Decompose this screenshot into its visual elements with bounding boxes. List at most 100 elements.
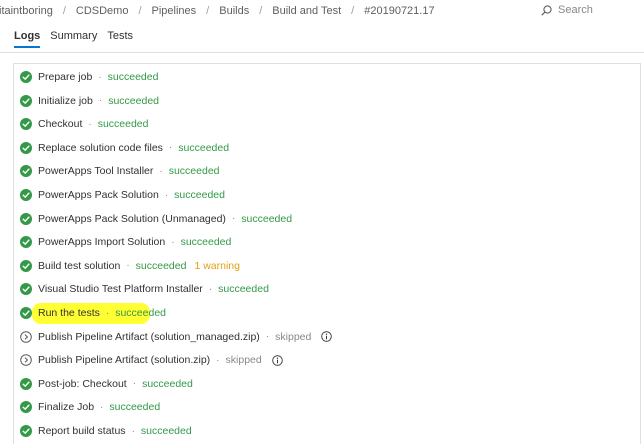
breadcrumb-separator: / <box>259 5 263 17</box>
breadcrumb-separator: / <box>62 5 66 17</box>
search-box[interactable] <box>537 1 641 19</box>
job-step-status: succeeded <box>109 401 161 414</box>
breadcrumb-separator: / <box>138 5 142 17</box>
job-step-line: PowerApps Import Solution · succeeded <box>38 236 231 248</box>
status-separator: · <box>98 95 103 107</box>
job-step-name: Run the tests <box>38 307 100 319</box>
job-step-line: Run the tests · succeeded <box>38 307 166 319</box>
info-icon[interactable] <box>321 331 333 342</box>
job-step-status: succeeded <box>168 165 220 178</box>
job-step-line: Post-job: Checkout · succeeded <box>38 378 193 390</box>
job-step-line: Publish Pipeline Artifact (solution.zip)… <box>38 354 283 366</box>
job-step-name: Checkout <box>38 118 83 131</box>
job-step[interactable]: PowerApps Pack Solution (Unmanaged) · succ… <box>14 207 640 231</box>
job-step-line: Publish Pipeline Artifact (solution_mana… <box>38 330 333 343</box>
status-separator: · <box>100 401 104 413</box>
job-step[interactable]: Initialize job · succeeded <box>14 89 640 113</box>
status-separator: · <box>164 189 169 201</box>
success-check-icon <box>20 236 32 249</box>
top-bar: itaintboring / CDSDemo / Pipelines / Bui… <box>0 0 644 22</box>
job-step-name: PowerApps Pack Solution (Unmanaged) <box>38 212 226 225</box>
job-step-name: Visual Studio Test Platform Installer <box>38 283 203 296</box>
tab-summary[interactable]: Summary <box>50 30 97 48</box>
job-step-status: succeeded <box>97 118 149 131</box>
job-step[interactable]: Build test solution · succeeded 1 warning <box>14 254 640 278</box>
job-step-line: Initialize job · succeeded <box>38 95 159 107</box>
status-separator: · <box>265 331 270 343</box>
warning-count[interactable]: 1 warning <box>194 260 240 272</box>
job-step-name: Report build status <box>38 425 126 437</box>
success-check-icon <box>20 307 32 319</box>
job-step[interactable]: PowerApps Pack Solution · succeeded <box>14 183 640 207</box>
status-separator: · <box>98 71 102 83</box>
success-check-icon <box>20 94 32 107</box>
job-step[interactable]: Report build status · succeeded <box>14 419 640 443</box>
search-input[interactable] <box>558 4 638 16</box>
job-step-line: Replace solution code files · succeeded <box>38 142 229 154</box>
skipped-arrow-icon <box>20 354 32 366</box>
search-icon <box>541 4 552 16</box>
job-step-name: Initialize job <box>38 94 93 107</box>
status-separator: · <box>171 236 175 248</box>
job-step-line: Visual Studio Test Platform Installer · su… <box>38 283 269 295</box>
breadcrumb-builds[interactable]: Builds <box>219 5 249 17</box>
breadcrumb-pipelines[interactable]: Pipelines <box>152 5 197 17</box>
job-step[interactable]: Run the tests · succeeded <box>14 301 640 325</box>
job-step[interactable]: Replace solution code files · succeeded <box>14 136 640 160</box>
job-step-name: Replace solution code files <box>38 141 163 154</box>
job-step-status: skipped <box>275 330 312 343</box>
tab-divider <box>0 52 644 53</box>
success-check-icon <box>20 118 32 131</box>
job-step[interactable]: Checkout · succeeded <box>14 112 640 136</box>
breadcrumb: itaintboring / CDSDemo / Pipelines / Bui… <box>0 5 435 17</box>
job-step-name: PowerApps Import Solution <box>38 236 166 249</box>
status-separator: · <box>105 307 110 319</box>
skipped-arrow-icon <box>20 330 32 343</box>
breadcrumb-build-number[interactable]: #20190721.17 <box>364 5 434 17</box>
job-step[interactable]: Publish Pipeline Artifact (solution.zip)… <box>14 348 640 372</box>
job-step-status: succeeded <box>140 425 192 437</box>
job-step-line: PowerApps Pack Solution · succeeded <box>38 189 225 201</box>
breadcrumb-project[interactable]: CDSDemo <box>76 5 129 17</box>
job-step[interactable]: Publish Pipeline Artifact (solution_mana… <box>14 325 640 349</box>
success-check-icon <box>20 425 32 437</box>
job-step-name: PowerApps Tool Installer <box>38 165 154 178</box>
job-step[interactable]: PowerApps Import Solution · succeeded <box>14 230 640 254</box>
job-step-line: PowerApps Pack Solution (Unmanaged) · succ… <box>38 213 292 225</box>
status-separator: · <box>208 283 213 295</box>
job-step-line: Report build status · succeeded <box>38 425 192 437</box>
status-separator: · <box>131 425 135 437</box>
job-step-line: Checkout · succeeded <box>38 118 149 130</box>
job-step-status: succeeded <box>241 212 293 225</box>
job-step[interactable]: PowerApps Tool Installer · succeeded <box>14 159 640 183</box>
success-check-icon <box>20 401 32 414</box>
tab-tests[interactable]: Tests <box>107 30 133 48</box>
status-separator: · <box>168 142 173 154</box>
info-icon[interactable] <box>271 354 283 366</box>
job-step-status: succeeded <box>178 141 230 154</box>
status-separator: · <box>216 354 220 366</box>
job-step-status: succeeded <box>115 307 167 319</box>
job-step-name: Publish Pipeline Artifact (solution.zip) <box>38 354 211 367</box>
job-step-name: Prepare job <box>38 71 93 83</box>
job-step[interactable]: Prepare job · succeeded <box>14 65 640 89</box>
job-step[interactable]: Visual Studio Test Platform Installer · su… <box>14 277 640 301</box>
success-check-icon <box>20 189 32 201</box>
tab-logs[interactable]: Logs <box>14 30 41 48</box>
success-check-icon <box>20 71 32 83</box>
job-step[interactable]: Post-job: Checkout · succeeded <box>14 372 640 396</box>
job-step-name: Build test solution <box>38 259 121 272</box>
status-separator: · <box>231 213 236 225</box>
job-step-status: succeeded <box>108 94 160 107</box>
breadcrumb-org[interactable]: itaintboring <box>0 5 53 17</box>
job-step[interactable]: Finalize Job · succeeded <box>14 395 640 419</box>
job-step-name: Post-job: Checkout <box>38 377 127 390</box>
job-step-status: succeeded <box>218 283 269 296</box>
job-step-status: succeeded <box>135 259 187 272</box>
breadcrumb-pipeline-name[interactable]: Build and Test <box>272 5 341 17</box>
job-step-name: PowerApps Pack Solution <box>38 189 159 201</box>
status-separator: · <box>159 165 163 177</box>
job-step-line: Finalize Job · succeeded <box>38 401 160 413</box>
job-step-status: succeeded <box>107 71 159 83</box>
breadcrumb-separator: / <box>351 5 355 17</box>
